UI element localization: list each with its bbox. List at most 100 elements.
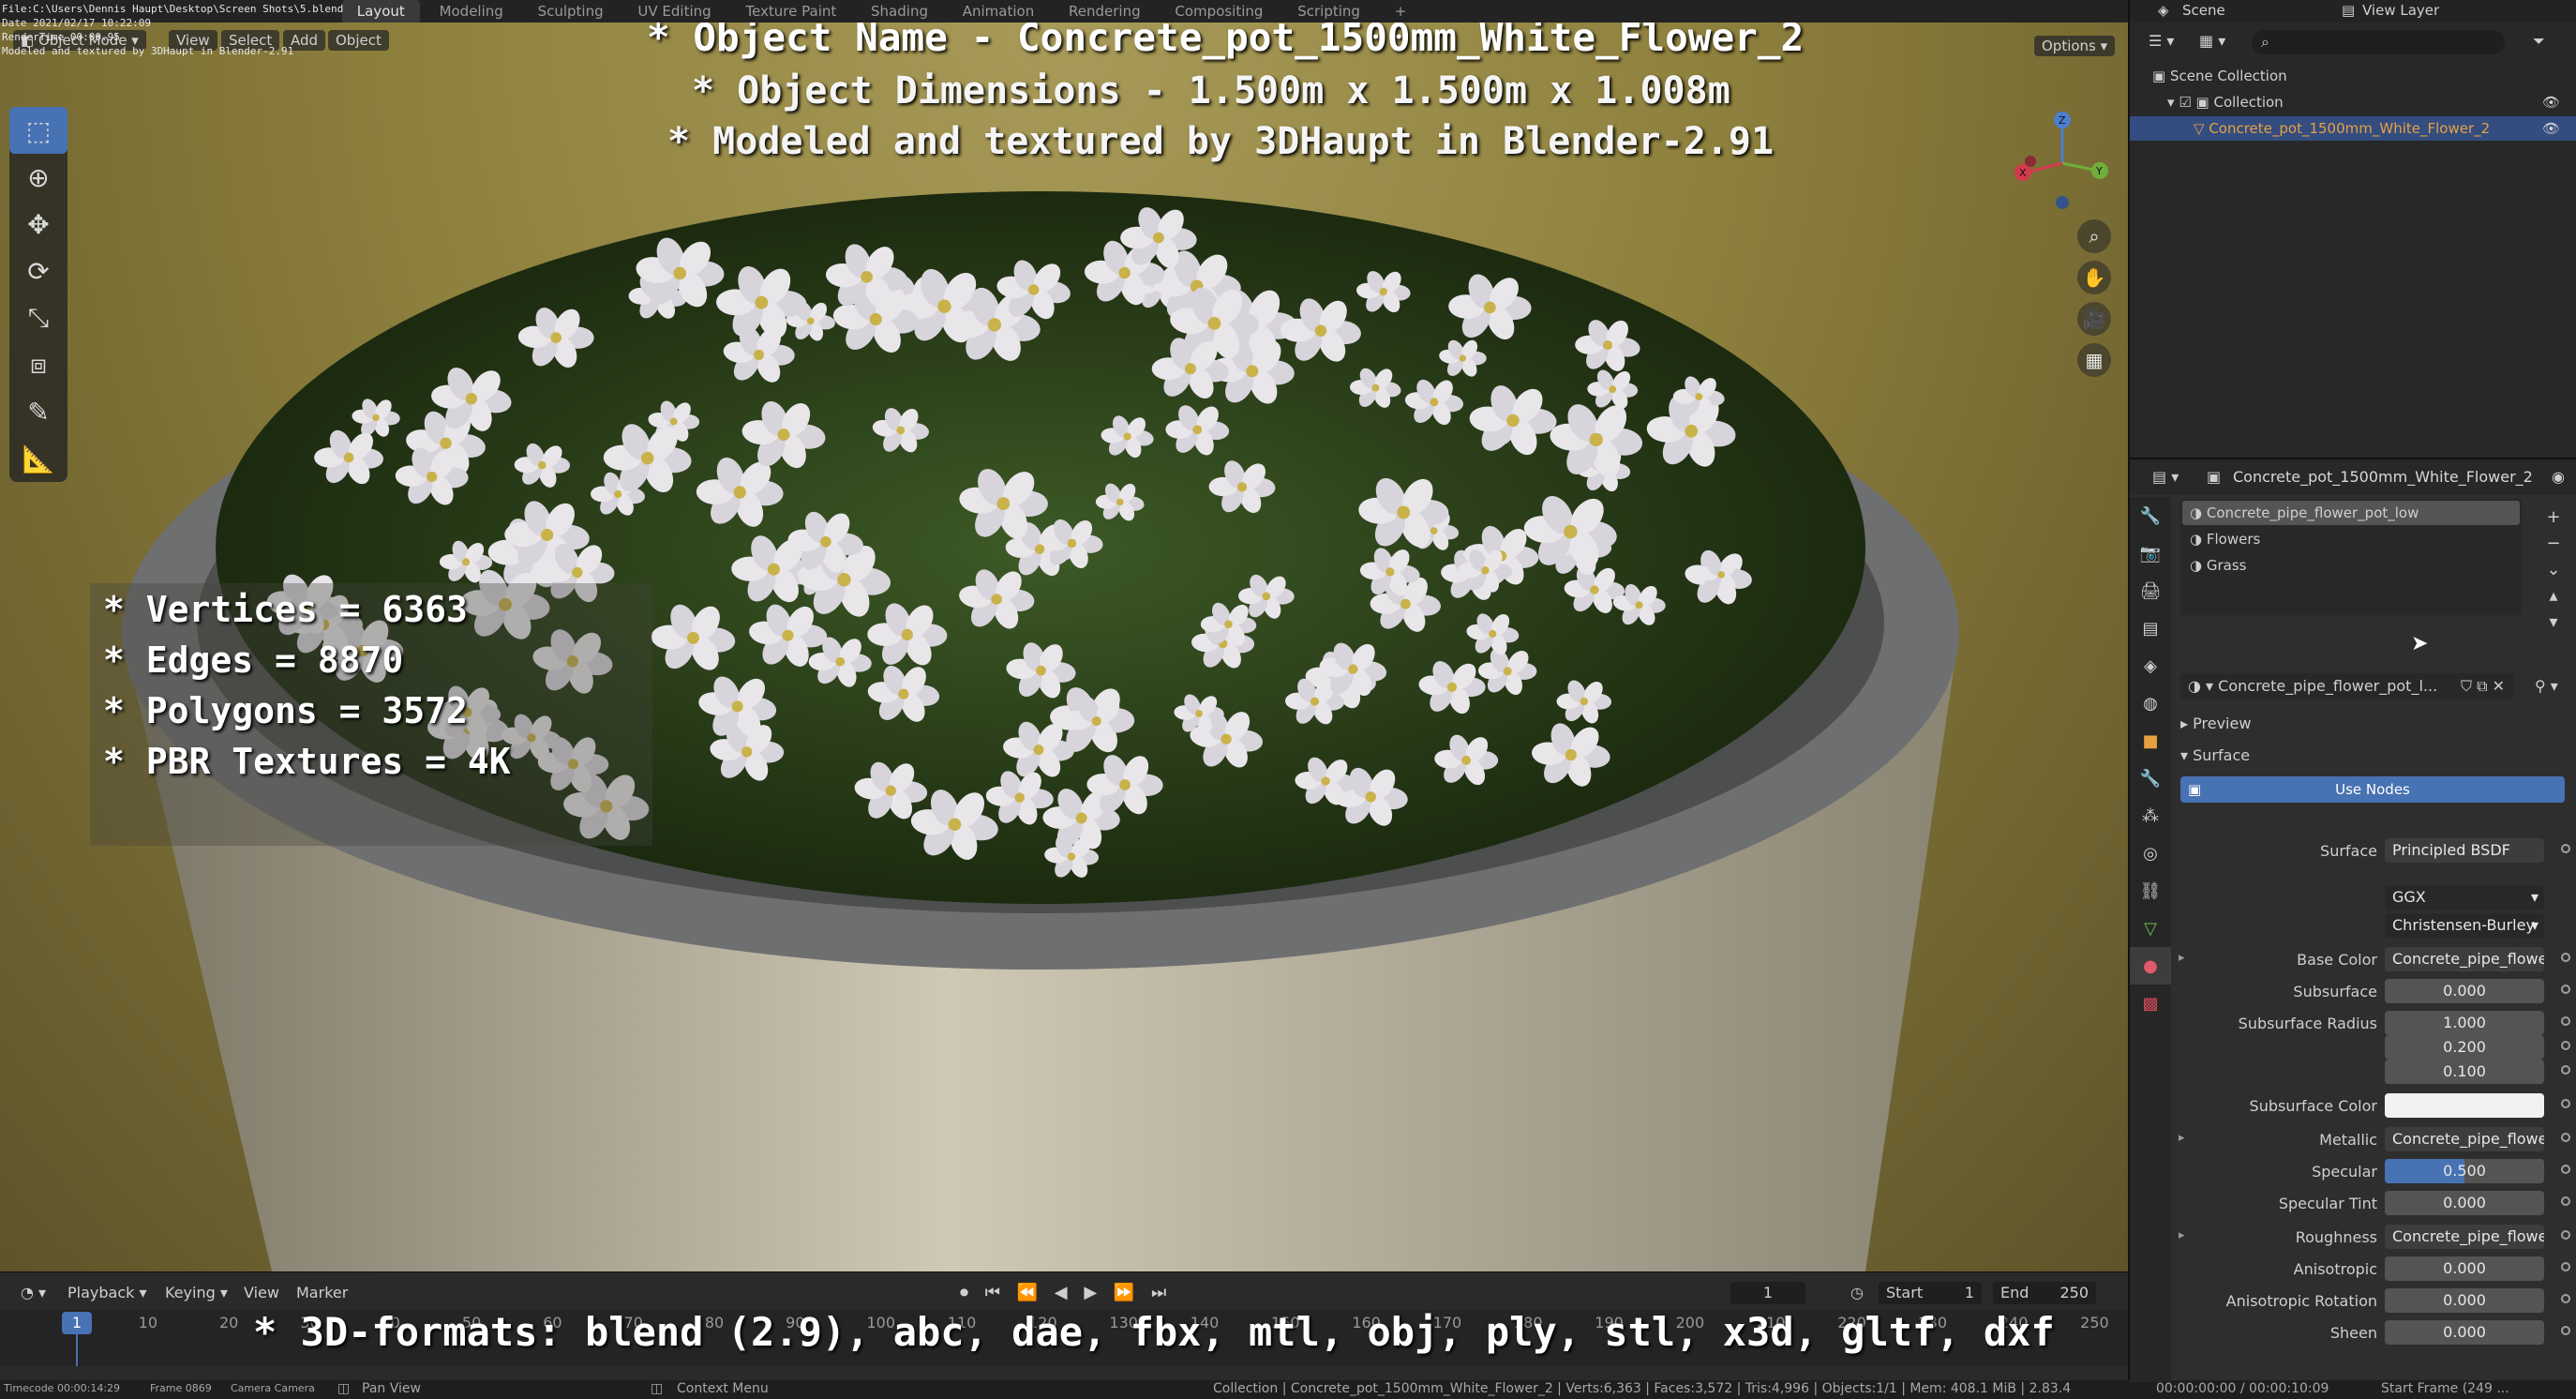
texture-tab-icon[interactable]: ▩ <box>2130 985 2171 1022</box>
options-dropdown[interactable]: Options ▾ <box>2034 36 2116 56</box>
tab-layout[interactable]: Layout <box>341 0 420 23</box>
start-frame-field[interactable]: Start 1 <box>1879 1282 1982 1304</box>
property-field[interactable]: 0.000 <box>2385 1191 2544 1215</box>
property-field[interactable] <box>2385 1093 2544 1118</box>
socket-dot-icon[interactable] <box>2561 1041 2570 1050</box>
tab-scripting[interactable]: Scripting <box>1282 0 1375 23</box>
menu-marker[interactable]: Marker <box>289 1282 355 1304</box>
tab-modeling[interactable]: Modeling <box>425 0 518 23</box>
material-slot-0[interactable]: ◑ Concrete_pipe_flower_pot_low <box>2182 501 2520 525</box>
object-tab-icon[interactable]: ■ <box>2130 722 2171 760</box>
socket-dot-icon[interactable] <box>2561 1230 2570 1240</box>
transform-icon[interactable]: ⧈ <box>9 341 67 388</box>
select-box-icon[interactable]: ⬚ <box>9 107 67 154</box>
tab-sculpting[interactable]: Sculpting <box>523 0 619 23</box>
socket-dot-icon[interactable] <box>2561 1016 2570 1026</box>
move-icon[interactable]: ✥ <box>9 201 67 248</box>
expand-socket-icon[interactable]: ▸ <box>2179 951 2185 965</box>
output-tab-icon[interactable]: 🖨 <box>2130 572 2171 609</box>
3d-viewport[interactable]: ◧ Object Mode ▾ View Select Add Object O… <box>0 23 2128 1271</box>
outliner-collection[interactable]: ▾ ☑ ▣ Collection 👁 <box>2167 90 2560 114</box>
property-field[interactable]: 0.500 <box>2385 1159 2544 1183</box>
scene-name[interactable]: Scene <box>2182 2 2225 19</box>
playhead[interactable]: 1 <box>62 1312 92 1334</box>
material-slot-2[interactable]: ◑ Grass <box>2182 553 2520 578</box>
end-frame-field[interactable]: End 250 <box>1993 1282 2096 1304</box>
material-tab-icon[interactable]: ● <box>2130 947 2171 985</box>
socket-dot-icon[interactable] <box>2561 1165 2570 1174</box>
tab-animation[interactable]: Animation <box>948 0 1049 23</box>
render-tab-icon[interactable]: 📷 <box>2130 534 2171 572</box>
socket-dot-icon[interactable] <box>2561 1065 2570 1075</box>
pan-hand-icon[interactable]: ✋ <box>2077 261 2111 294</box>
property-field[interactable]: Concrete_pipe_flowe... <box>2385 947 2544 971</box>
world-tab-icon[interactable]: ◍ <box>2130 684 2171 722</box>
expand-socket-icon[interactable]: ▸ <box>2179 1131 2185 1145</box>
view-layer-name[interactable]: View Layer <box>2362 2 2439 19</box>
remove-slot-icon[interactable]: − <box>2542 531 2565 557</box>
socket-dot-icon[interactable] <box>2561 1133 2570 1142</box>
display-mode-icon[interactable]: ☰ ▾ <box>2149 32 2174 50</box>
socket-dot-icon[interactable] <box>2561 1099 2570 1108</box>
zoom-icon[interactable]: ⌕ <box>2077 219 2111 253</box>
property-field[interactable]: Principled BSDF <box>2385 838 2544 863</box>
tool-tab-icon[interactable]: 🔧 <box>2130 497 2171 534</box>
modifier-tab-icon[interactable]: 🔧 <box>2130 760 2171 797</box>
navigation-gizmo[interactable]: Z Y X <box>2006 107 2119 219</box>
add-slot-icon[interactable]: + <box>2542 504 2565 531</box>
scene-tab-icon[interactable]: ◈ <box>2130 647 2171 684</box>
socket-dot-icon[interactable] <box>2561 985 2570 994</box>
measure-icon[interactable]: 📐 <box>9 435 67 482</box>
socket-dot-icon[interactable] <box>2561 1294 2570 1303</box>
scale-icon[interactable]: ⤡ <box>9 294 67 341</box>
tab-texture-paint[interactable]: Texture Paint <box>730 0 851 23</box>
preview-panel-header[interactable]: ▸ Preview <box>2180 715 2251 732</box>
menu-view-timeline[interactable]: View <box>236 1282 287 1304</box>
expand-socket-icon[interactable]: ▸ <box>2179 1228 2185 1242</box>
perspective-grid-icon[interactable]: ▦ <box>2077 343 2111 377</box>
checkbox-icon[interactable]: ☑ <box>2179 94 2195 111</box>
property-field[interactable]: Concrete_pipe_flowe... <box>2385 1225 2544 1249</box>
add-workspace-button[interactable]: + <box>1380 0 1422 23</box>
filter-view-icon[interactable]: ▦ ▾ <box>2199 32 2225 50</box>
socket-dot-icon[interactable] <box>2561 1262 2570 1271</box>
material-slot-list[interactable]: ◑ Concrete_pipe_flower_pot_low ◑ Flowers… <box>2180 499 2522 615</box>
socket-dot-icon[interactable] <box>2561 844 2570 853</box>
outliner-scene-collection[interactable]: ▣ Scene Collection <box>2152 64 2287 88</box>
socket-dot-icon[interactable] <box>2561 1326 2570 1335</box>
tab-compositing[interactable]: Compositing <box>1160 0 1278 23</box>
eye-icon[interactable]: 👁 <box>2542 116 2560 141</box>
material-actions[interactable]: ⛉ ⧉ ✕ <box>2461 673 2505 700</box>
menu-playback[interactable]: Playback ▾ <box>60 1282 155 1304</box>
property-field[interactable]: 0.000 <box>2385 1256 2544 1281</box>
view-layer-tab-icon[interactable]: ▤ <box>2130 609 2171 647</box>
property-field[interactable]: Christensen-Burley ▾ <box>2385 913 2544 938</box>
constraints-tab-icon[interactable]: ⛓ <box>2130 872 2171 910</box>
filter-icon[interactable]: ⏷ <box>2533 32 2545 51</box>
material-slot-1[interactable]: ◑ Flowers <box>2182 527 2520 551</box>
menu-keying[interactable]: Keying ▾ <box>157 1282 235 1304</box>
outliner-search-input[interactable]: ⌕ <box>2252 30 2505 54</box>
rotate-icon[interactable]: ⟳ <box>9 248 67 294</box>
property-field[interactable]: 0.000 <box>2385 1320 2544 1345</box>
camera-view-icon[interactable]: 🎥 <box>2077 302 2111 336</box>
property-field[interactable]: Concrete_pipe_flowe... <box>2385 1127 2544 1151</box>
move-down-icon[interactable]: ▾ <box>2542 609 2565 636</box>
playback-controls[interactable]: ⏺ ⏮ ⏪ ◀ ▶ ⏩ ⏭ <box>952 1282 1179 1304</box>
property-field[interactable]: 0.200 <box>2385 1035 2544 1060</box>
editor-type-icon[interactable]: ◔ ▾ <box>13 1282 53 1304</box>
surface-panel-header[interactable]: ▾ Surface <box>2180 746 2250 764</box>
annotate-icon[interactable]: ✎ <box>9 388 67 435</box>
editor-type-icon[interactable]: ▤ ▾ <box>2152 468 2179 486</box>
eye-icon[interactable]: 👁 <box>2542 90 2560 114</box>
pin-icon[interactable]: ◉ <box>2552 468 2565 486</box>
link-dropdown-icon[interactable]: ⚲ ▾ <box>2535 677 2558 695</box>
data-tab-icon[interactable]: ▽ <box>2130 910 2171 947</box>
property-field[interactable]: 0.100 <box>2385 1060 2544 1084</box>
outliner-object-row[interactable]: ▽ Concrete_pot_1500mm_White_Flower_2 👁 <box>2130 116 2576 141</box>
material-selector[interactable]: ◑ ▾ Concrete_pipe_flower_pot_l... ⛉ ⧉ ✕ <box>2180 673 2514 700</box>
socket-dot-icon[interactable] <box>2561 1196 2570 1206</box>
tab-uv-editing[interactable]: UV Editing <box>622 0 726 23</box>
tab-shading[interactable]: Shading <box>856 0 943 23</box>
outliner[interactable]: ◈ Scene ▤ View Layer ☰ ▾ ▦ ▾ ⌕ ⏷ ▣ Scene… <box>2128 0 2576 458</box>
